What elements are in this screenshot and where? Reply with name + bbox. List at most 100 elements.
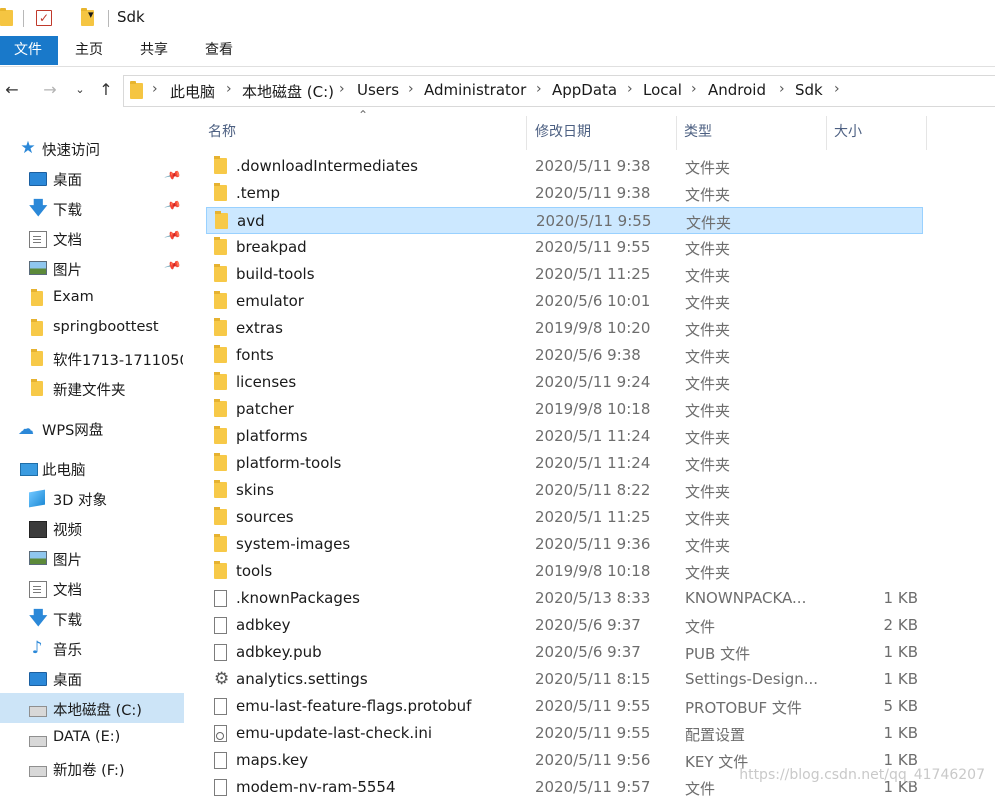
file-icon xyxy=(214,644,227,661)
column-type[interactable]: 类型 xyxy=(684,121,712,141)
nav-item-music[interactable]: ♪ 音乐 xyxy=(0,633,184,663)
column-divider[interactable] xyxy=(926,116,927,150)
breadcrumb-local-disk[interactable]: 本地磁盘 (C:) xyxy=(242,81,334,102)
table-row[interactable]: emulator2020/5/6 10:01文件夹 xyxy=(206,288,923,315)
pin-icon[interactable]: 📌 xyxy=(164,196,182,214)
breadcrumb-separator[interactable]: › xyxy=(691,81,697,97)
breadcrumb-separator[interactable]: › xyxy=(152,81,158,97)
customize-toolbar-icon[interactable]: ▾ xyxy=(88,8,94,21)
breadcrumb-separator[interactable]: › xyxy=(779,81,785,97)
file-type: 文件夹 xyxy=(685,346,730,367)
table-row[interactable]: fonts2020/5/6 9:38文件夹 xyxy=(206,342,923,369)
table-row[interactable]: avd2020/5/11 9:55文件夹 xyxy=(206,207,923,234)
nav-item-desktop[interactable]: 桌面 xyxy=(0,663,184,693)
table-row[interactable]: emu-update-last-check.ini2020/5/11 9:55配… xyxy=(206,720,923,747)
table-row[interactable]: .temp2020/5/11 9:38文件夹 xyxy=(206,180,923,207)
tab-view[interactable]: 查看 xyxy=(191,36,247,65)
breadcrumb-this-pc[interactable]: 此电脑 xyxy=(170,81,215,102)
column-divider[interactable] xyxy=(676,116,677,150)
picture-icon xyxy=(29,261,47,275)
nav-label: 3D 对象 xyxy=(53,489,107,510)
nav-item-documents[interactable]: 文档 xyxy=(0,573,184,603)
table-row[interactable]: breakpad2020/5/11 9:55文件夹 xyxy=(206,234,923,261)
nav-item-downloads[interactable]: 🡇 下载 xyxy=(0,603,184,633)
breadcrumb-appdata[interactable]: AppData xyxy=(552,81,617,99)
table-row[interactable]: .knownPackages2020/5/13 8:33KNOWNPACKA..… xyxy=(206,585,923,612)
file-date: 2020/5/11 9:56 xyxy=(535,751,650,769)
breadcrumb-separator[interactable]: › xyxy=(627,81,633,97)
table-row[interactable]: ⚙analytics.settings2020/5/11 8:15Setting… xyxy=(206,666,923,693)
nav-item-drive-e[interactable]: DATA (E:) xyxy=(0,723,184,753)
nav-item-drive-c[interactable]: 本地磁盘 (C:) xyxy=(0,693,184,723)
nav-quick-access[interactable]: ★ 快速访问 xyxy=(0,133,184,163)
pin-icon[interactable]: 📌 xyxy=(164,226,182,244)
properties-icon[interactable]: ✓ xyxy=(36,10,52,26)
table-row[interactable]: emu-last-feature-flags.protobuf2020/5/11… xyxy=(206,693,923,720)
file-date: 2020/5/6 10:01 xyxy=(535,292,650,310)
table-row[interactable]: platform-tools2020/5/1 11:24文件夹 xyxy=(206,450,923,477)
table-row[interactable]: skins2020/5/11 8:22文件夹 xyxy=(206,477,923,504)
nav-item-pictures-pinned[interactable]: 图片 📌 xyxy=(0,253,184,283)
file-name: build-tools xyxy=(236,265,315,283)
table-row[interactable]: adbkey.pub2020/5/6 9:37PUB 文件1 KB xyxy=(206,639,923,666)
breadcrumb-local[interactable]: Local xyxy=(643,81,682,99)
table-row[interactable]: .downloadIntermediates2020/5/11 9:38文件夹 xyxy=(206,153,923,180)
file-name: avd xyxy=(237,212,265,230)
column-divider[interactable] xyxy=(526,116,527,150)
table-row[interactable]: system-images2020/5/11 9:36文件夹 xyxy=(206,531,923,558)
nav-item-3d-objects[interactable]: 3D 对象 xyxy=(0,483,184,513)
file-type: KNOWNPACKA... xyxy=(685,589,806,607)
nav-item-downloads-pinned[interactable]: 🡇 下载 📌 xyxy=(0,193,184,223)
tab-home[interactable]: 主页 xyxy=(61,36,117,65)
tab-share[interactable]: 共享 xyxy=(126,36,182,65)
film-icon xyxy=(29,521,47,538)
nav-item-exam[interactable]: Exam xyxy=(0,283,184,313)
forward-button[interactable]: → xyxy=(38,78,62,102)
breadcrumb-administrator[interactable]: Administrator xyxy=(424,81,526,99)
file-name: .knownPackages xyxy=(236,589,360,607)
column-size[interactable]: 大小 xyxy=(834,121,862,141)
file-type: 文件夹 xyxy=(685,292,730,313)
nav-item-software-folder[interactable]: 软件1713-1711050 xyxy=(0,343,184,373)
recent-locations-button[interactable]: ⌄ xyxy=(68,78,92,102)
nav-this-pc[interactable]: 此电脑 xyxy=(0,453,184,483)
nav-item-drive-f[interactable]: 新加卷 (F:) xyxy=(0,753,184,783)
table-row[interactable]: patcher2019/9/8 10:18文件夹 xyxy=(206,396,923,423)
up-button[interactable]: ↑ xyxy=(94,78,118,102)
nav-item-new-folder[interactable]: 新建文件夹 xyxy=(0,373,184,403)
breadcrumb-sdk[interactable]: Sdk xyxy=(795,81,823,99)
nav-item-desktop-pinned[interactable]: 桌面 📌 xyxy=(0,163,184,193)
back-button[interactable]: ← xyxy=(0,78,24,102)
table-row[interactable]: tools2019/9/8 10:18文件夹 xyxy=(206,558,923,585)
column-date[interactable]: 修改日期 xyxy=(535,121,591,141)
column-name[interactable]: 名称 xyxy=(208,121,236,141)
nav-item-springboottest[interactable]: springboottest xyxy=(0,313,184,343)
address-bar[interactable]: › 此电脑 › 本地磁盘 (C:) › Users › Administrato… xyxy=(123,75,995,107)
table-row[interactable]: build-tools2020/5/1 11:25文件夹 xyxy=(206,261,923,288)
table-row[interactable]: adbkey2020/5/6 9:37文件2 KB xyxy=(206,612,923,639)
folder-icon xyxy=(214,509,227,525)
nav-item-pictures[interactable]: 图片 xyxy=(0,543,184,573)
column-divider[interactable] xyxy=(826,116,827,150)
file-name: fonts xyxy=(236,346,274,364)
nav-item-videos[interactable]: 视频 xyxy=(0,513,184,543)
breadcrumb-android[interactable]: Android xyxy=(708,81,766,99)
breadcrumb-separator[interactable]: › xyxy=(226,81,232,97)
folder-icon xyxy=(214,239,227,255)
tab-file[interactable]: 文件 xyxy=(0,36,58,65)
breadcrumb-separator[interactable]: › xyxy=(834,81,840,97)
file-date: 2020/5/11 9:38 xyxy=(535,184,650,202)
table-row[interactable]: extras2019/9/8 10:20文件夹 xyxy=(206,315,923,342)
breadcrumb-separator[interactable]: › xyxy=(536,81,542,97)
pin-icon[interactable]: 📌 xyxy=(164,166,182,184)
pin-icon[interactable]: 📌 xyxy=(164,256,182,274)
file-date: 2020/5/6 9:37 xyxy=(535,643,641,661)
table-row[interactable]: platforms2020/5/1 11:24文件夹 xyxy=(206,423,923,450)
breadcrumb-separator[interactable]: › xyxy=(408,81,414,97)
nav-item-documents-pinned[interactable]: 文档 📌 xyxy=(0,223,184,253)
table-row[interactable]: licenses2020/5/11 9:24文件夹 xyxy=(206,369,923,396)
breadcrumb-users[interactable]: Users xyxy=(357,81,399,99)
table-row[interactable]: sources2020/5/1 11:25文件夹 xyxy=(206,504,923,531)
nav-wps-cloud[interactable]: ☁ WPS网盘 xyxy=(0,413,184,443)
breadcrumb-separator[interactable]: › xyxy=(339,81,345,97)
